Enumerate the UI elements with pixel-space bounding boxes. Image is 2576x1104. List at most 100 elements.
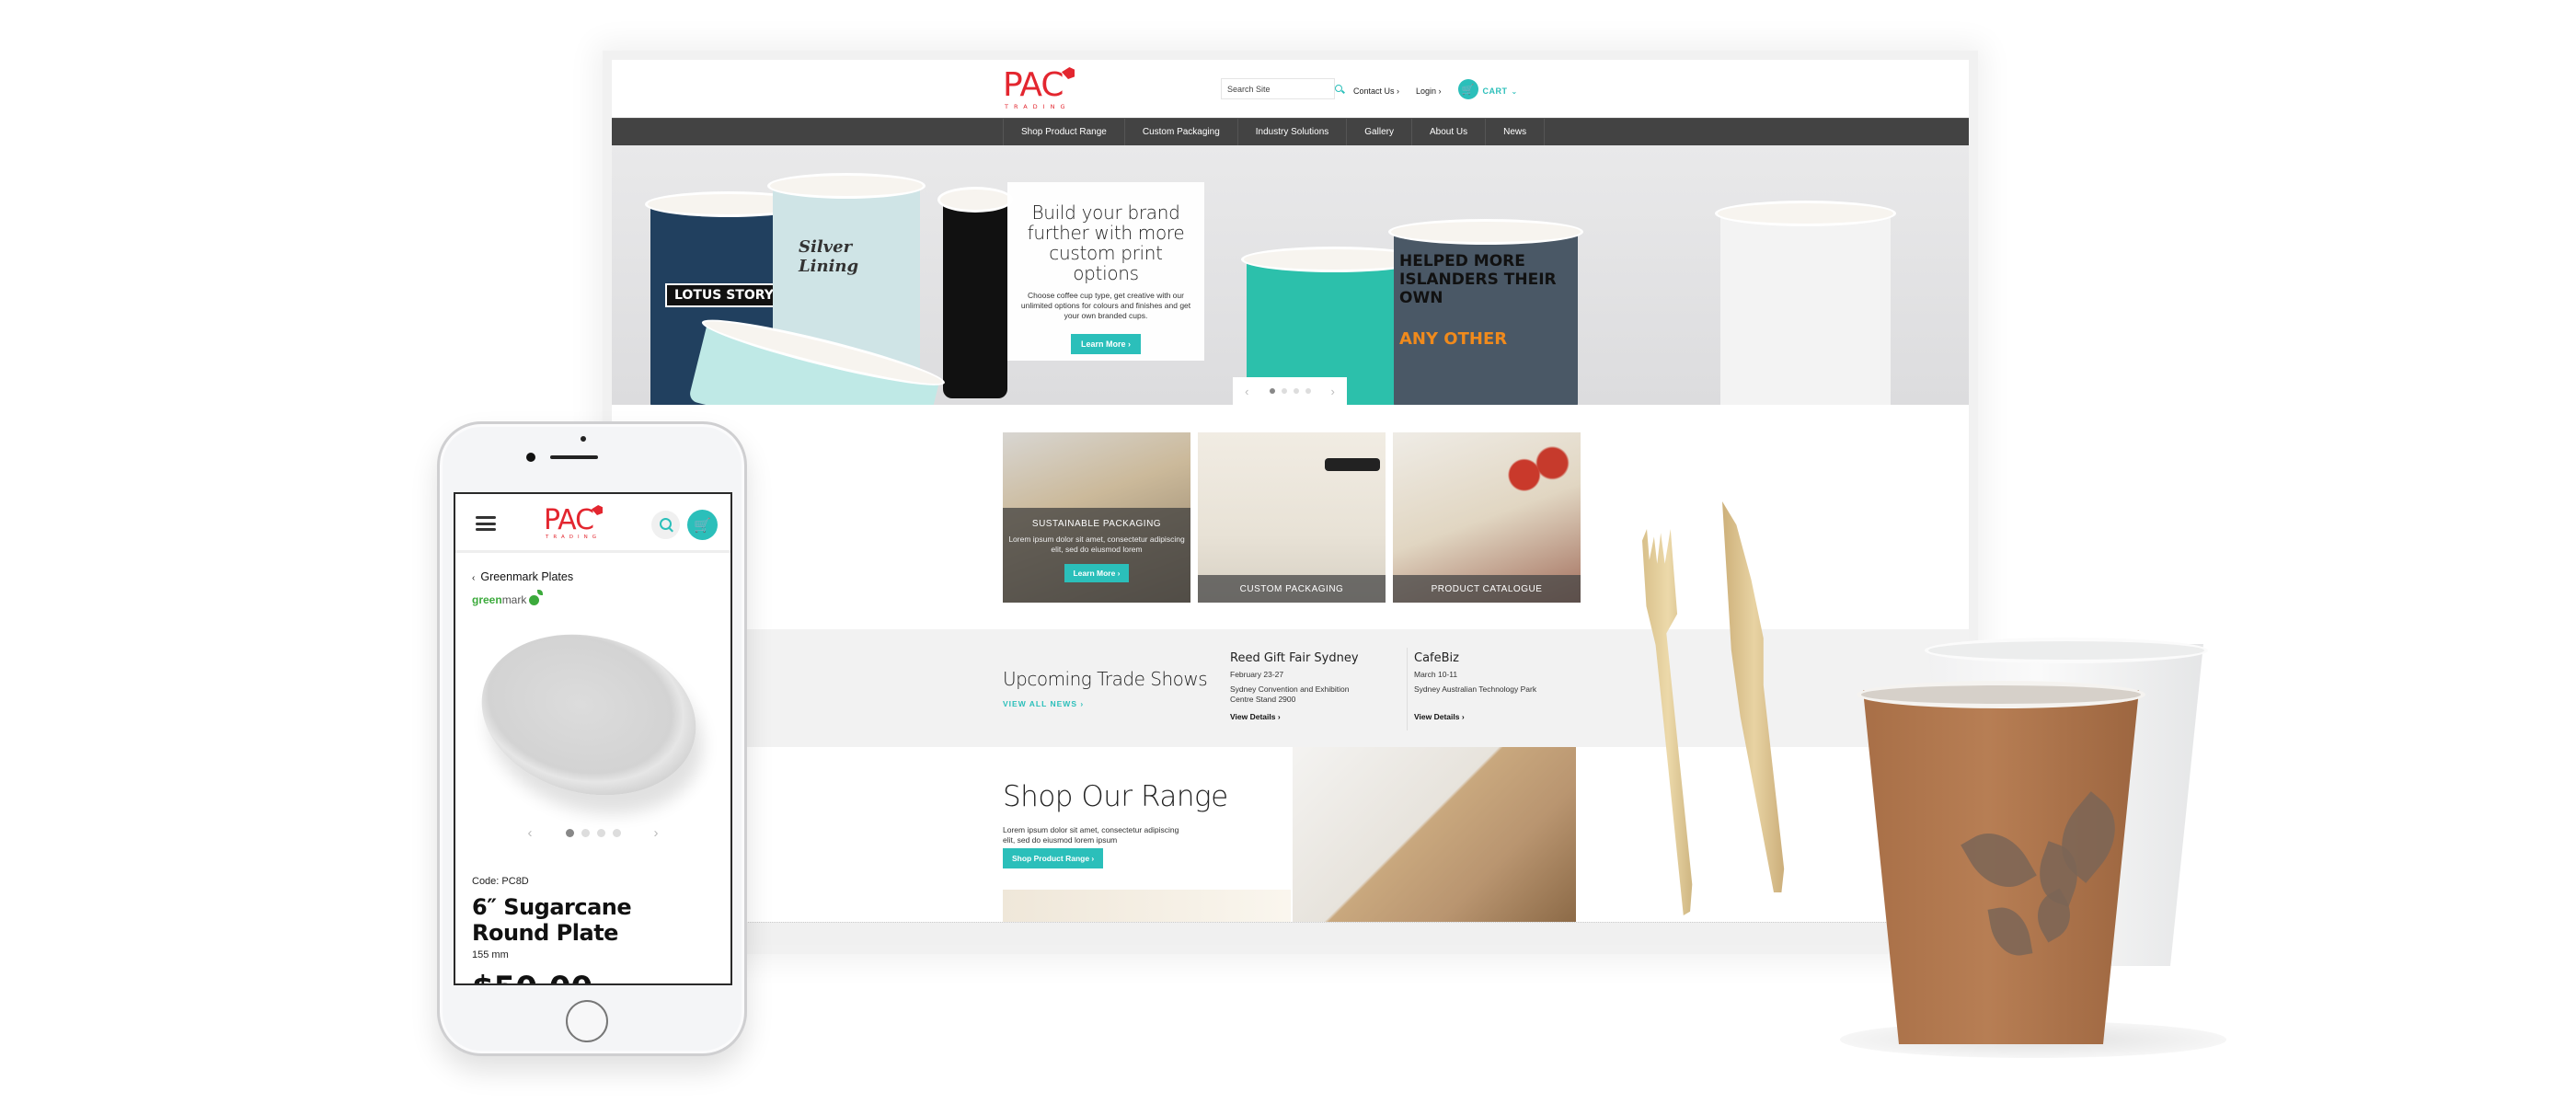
event-card: CafeBiz March 10-11 Sydney Australian Te… (1414, 651, 1598, 721)
view-all-news-link[interactable]: VIEW ALL NEWS › (1003, 699, 1084, 708)
slider-dot-3[interactable] (1293, 388, 1299, 394)
product-code: Code: PC8D (472, 876, 529, 887)
logo-tagline: TRADING (546, 535, 601, 540)
greenmark-leaf-icon (529, 589, 544, 605)
login-link[interactable]: Login › (1416, 86, 1442, 96)
hero-cup-label: ANY OTHER (1399, 329, 1508, 349)
gallery-dot-3[interactable] (596, 829, 605, 837)
leaf-print-icon (1987, 903, 2033, 960)
event-divider (1407, 648, 1408, 730)
greenmark-brand-logo: green mark (472, 589, 544, 606)
chevron-down-icon: ⌄ (1511, 86, 1518, 96)
hero-description: Choose coffee cup type, get creative wit… (1020, 291, 1191, 320)
slider-prev-icon[interactable]: ‹ (1245, 385, 1248, 398)
event-date: February 23-27 (1230, 670, 1284, 679)
shop-range-description: Lorem ipsum dolor sit amet, consectetur … (1003, 825, 1179, 845)
phone-speaker (550, 455, 598, 459)
mobile-cart-icon[interactable]: 🛒 (687, 510, 718, 540)
gallery-dot-1[interactable] (565, 829, 574, 837)
main-nav: Shop Product Range Custom Packaging Indu… (612, 118, 1969, 146)
product-image-plate[interactable] (464, 612, 714, 818)
product-price: $50.00 (472, 970, 592, 983)
nav-item-gallery[interactable]: Gallery (1347, 119, 1412, 145)
hamburger-icon[interactable] (476, 516, 496, 531)
mobile-header: PAC TRADING 🛒 (455, 494, 730, 553)
brand-text-green: green (472, 593, 502, 606)
event-location: Sydney Convention and Exhibition Centre … (1230, 684, 1350, 704)
feature-tiles: SUSTAINABLE PACKAGING Lorem ipsum dolor … (1003, 432, 1581, 603)
range-image-kraft-boxes (1293, 747, 1576, 922)
tile-learn-more-button[interactable]: Learn More › (1064, 564, 1129, 582)
hero-cup-white-tamper (1715, 201, 1896, 405)
cart-icon: 🛒 (1457, 79, 1478, 99)
shop-range-heading: Shop Our Range (1003, 780, 1228, 813)
logo-wordmark: PAC (544, 504, 594, 536)
pac-trading-logo[interactable]: PAC TRADING (1003, 67, 1075, 110)
brand-text-mark: mark (501, 593, 527, 606)
nav-item-about-us[interactable]: About Us (1412, 119, 1487, 145)
slider-next-icon[interactable]: › (1331, 385, 1335, 398)
phone-sensor (581, 436, 586, 442)
search-box[interactable] (1221, 78, 1342, 99)
browser-footer-strip (612, 922, 1969, 945)
gallery-dot-2[interactable] (581, 829, 590, 837)
gallery-next-icon[interactable]: › (654, 825, 659, 841)
mobile-search-icon[interactable] (651, 511, 680, 539)
kraft-paper-cup-image (1863, 690, 2139, 1044)
hero-cup-dark-slogan: HELPED MORE ISLANDERS THEIR OWN ANY OTHE… (1388, 219, 1583, 405)
contact-us-link[interactable]: Contact Us › (1353, 86, 1399, 96)
hero-learn-more-button[interactable]: Learn More › (1070, 334, 1141, 354)
chevron-left-icon: ‹ (472, 573, 476, 583)
slider-dot-1[interactable] (1269, 388, 1275, 394)
event-location: Sydney Australian Technology Park (1414, 684, 1537, 694)
tile-overlay: SUSTAINABLE PACKAGING Lorem ipsum dolor … (1003, 508, 1190, 603)
hero-banner: LOTUS STORY Silver Lining HELPED MORE IS… (612, 145, 1969, 405)
slider-dot-4[interactable] (1305, 388, 1311, 394)
search-input[interactable] (1227, 84, 1335, 94)
event-name: Reed Gift Fair Sydney (1230, 651, 1359, 665)
tile-caption: PRODUCT CATALOGUE (1393, 575, 1581, 603)
tile-custom-packaging[interactable]: CUSTOM PACKAGING (1198, 432, 1386, 603)
nav-item-news[interactable]: News (1486, 119, 1546, 145)
product-gallery-controls: ‹ › (455, 825, 730, 841)
back-link-label: Greenmark Plates (480, 570, 574, 583)
hero-cup-label: Silver Lining (799, 237, 859, 276)
event-date: March 10-11 (1414, 670, 1458, 679)
nav-item-shop-product-range[interactable]: Shop Product Range (1004, 119, 1125, 145)
nav-item-custom-packaging[interactable]: Custom Packaging (1125, 119, 1238, 145)
tile-description: Lorem ipsum dolor sit amet, consectetur … (1008, 535, 1185, 554)
hero-cup-label: HELPED MORE ISLANDERS THEIR OWN (1399, 252, 1557, 307)
top-links: Contact Us › Login › 🛒 CART ⌄ (1353, 79, 1518, 99)
logo-tagline: TRADING (1005, 103, 1071, 110)
nav-item-industry-solutions[interactable]: Industry Solutions (1238, 119, 1348, 145)
hero-slider-controls: ‹ › (1233, 377, 1347, 405)
gallery-prev-icon[interactable]: ‹ (528, 825, 533, 841)
mobile-phone-mockup: PAC TRADING 🛒 ‹ Greenmark Plates green mar… (437, 421, 747, 1056)
shop-product-range-button[interactable]: Shop Product Range › (1003, 848, 1104, 868)
event-view-details-link[interactable]: View Details › (1414, 712, 1465, 721)
tile-title: SUSTAINABLE PACKAGING (1031, 519, 1162, 529)
event-name: CafeBiz (1414, 651, 1459, 665)
product-title: 6″ Sugarcane Round Plate (472, 894, 632, 946)
phone-camera (526, 453, 535, 462)
product-size: 155 mm (472, 949, 509, 960)
mobile-screen: PAC TRADING 🛒 ‹ Greenmark Plates green mar… (454, 492, 732, 985)
cart-button[interactable]: 🛒 CART ⌄ (1457, 79, 1518, 99)
gallery-dot-4[interactable] (612, 829, 621, 837)
site-header: PAC TRADING Contact Us › Login › 🛒 CART … (612, 60, 1969, 118)
trade-shows-heading: Upcoming Trade Shows (1003, 668, 1208, 690)
event-card: Reed Gift Fair Sydney February 23-27 Syd… (1230, 651, 1386, 721)
slider-dot-2[interactable] (1281, 388, 1287, 394)
back-link[interactable]: ‹ Greenmark Plates (472, 570, 573, 583)
kraft-cup-rim (1857, 681, 2145, 708)
mobile-pac-trading-logo[interactable]: PAC TRADING (544, 504, 603, 541)
phone-home-button (566, 1000, 608, 1042)
hero-cup-label: LOTUS STORY (665, 283, 783, 307)
tile-product-catalogue[interactable]: PRODUCT CATALOGUE (1393, 432, 1581, 603)
cart-label: CART (1482, 86, 1508, 96)
event-view-details-link[interactable]: View Details › (1230, 712, 1281, 721)
tile-caption: CUSTOM PACKAGING (1198, 575, 1386, 603)
hero-cup-black (937, 187, 1013, 398)
range-image-secondary (1003, 890, 1291, 922)
tile-sustainable-packaging[interactable]: SUSTAINABLE PACKAGING Lorem ipsum dolor … (1003, 432, 1190, 603)
